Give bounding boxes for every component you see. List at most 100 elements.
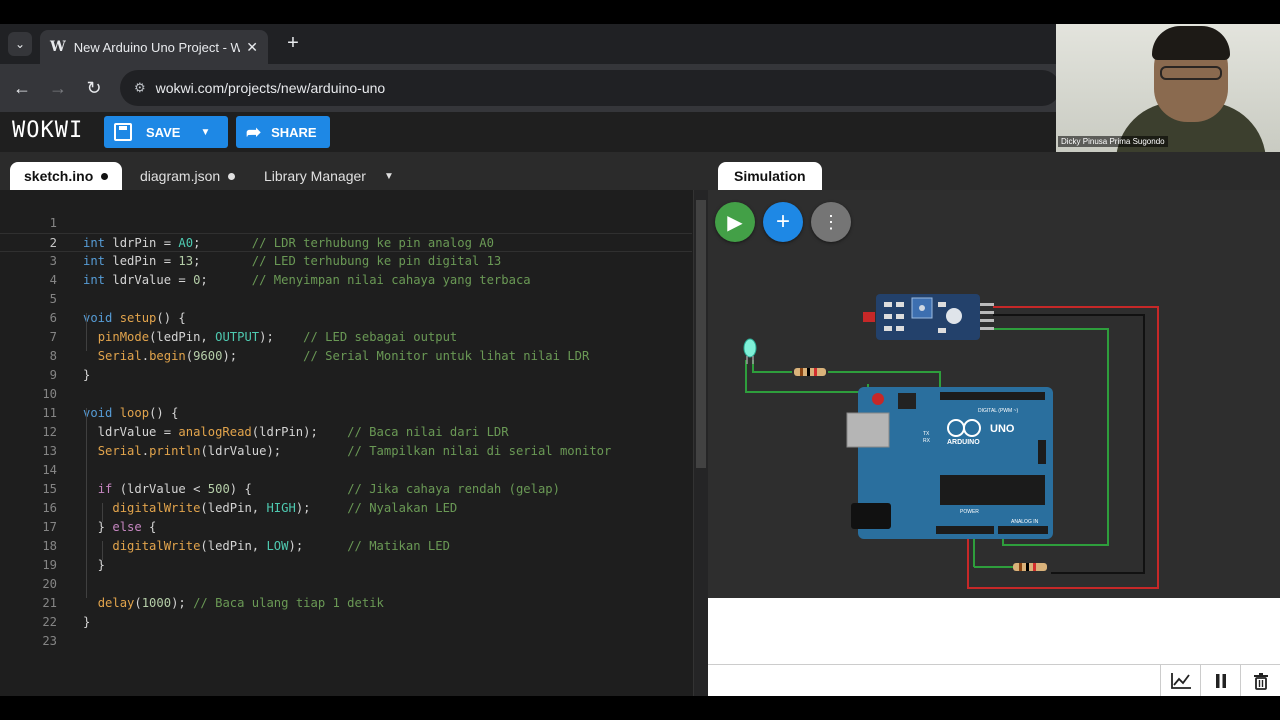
board-brand-text: ARDUINO bbox=[947, 439, 980, 446]
code-text[interactable]: ldrValue = analogRead(ldrPin); // Baca n… bbox=[83, 423, 509, 442]
tab-menu-caret-icon[interactable]: ▼ bbox=[384, 171, 394, 182]
serial-monitor bbox=[708, 598, 1280, 696]
code-text[interactable]: delay(1000); // Baca ulang tiap 1 detik bbox=[83, 594, 384, 613]
close-tab-icon[interactable]: ✕ bbox=[246, 39, 258, 56]
code-line[interactable]: 17 } else { bbox=[0, 518, 692, 537]
editor-scrollbar[interactable] bbox=[693, 190, 708, 696]
code-line[interactable]: 12 ldrValue = analogRead(ldrPin); // Bac… bbox=[0, 423, 692, 442]
code-text[interactable]: } else { bbox=[83, 518, 157, 537]
tab-diagram-json[interactable]: diagram.json bbox=[126, 162, 249, 190]
line-number: 5 bbox=[49, 292, 57, 306]
code-text[interactable]: int ldrPin = A0; // LDR terhubung ke pin… bbox=[83, 234, 494, 253]
code-editor[interactable]: 1 2 int ldrPin = A0; // LDR terhubung ke p… bbox=[0, 190, 708, 696]
code-line[interactable]: 9} bbox=[0, 366, 692, 385]
line-number: 1 bbox=[49, 216, 57, 230]
add-part-button[interactable]: + bbox=[763, 202, 803, 242]
code-text[interactable]: void setup() { bbox=[83, 309, 186, 328]
clear-button[interactable] bbox=[1240, 665, 1280, 696]
code-line[interactable]: 4 int ldrValue = 0; // Menyimpan nilai ca… bbox=[0, 271, 692, 290]
resistor-component[interactable] bbox=[794, 368, 826, 376]
reload-icon[interactable]: ↻ bbox=[82, 76, 106, 100]
back-icon[interactable]: ← bbox=[10, 76, 34, 100]
simulation-canvas[interactable]: ARDUINO UNO DIGITAL (PWM ~) ANALOG IN PO… bbox=[708, 190, 1280, 598]
code-text[interactable]: Serial.begin(9600); // Serial Monitor un… bbox=[83, 347, 590, 366]
code-line[interactable]: 19 } bbox=[0, 556, 692, 575]
save-button[interactable]: SAVE ▼ bbox=[104, 116, 228, 148]
line-number: 10 bbox=[42, 387, 57, 401]
code-line[interactable]: 23 bbox=[0, 632, 692, 651]
code-line[interactable]: 21 delay(1000); // Baca ulang tiap 1 det… bbox=[0, 594, 692, 613]
more-options-button[interactable]: ⋮ bbox=[811, 202, 851, 242]
site-info-icon[interactable]: ⚙ bbox=[134, 80, 146, 96]
code-text[interactable]: int ldrValue = 0; // Menyimpan nilai cah… bbox=[83, 271, 531, 290]
share-button-label: SHARE bbox=[271, 124, 317, 140]
plotter-button[interactable] bbox=[1160, 665, 1200, 696]
new-tab-button[interactable]: + bbox=[282, 32, 304, 54]
tab-simulation[interactable]: Simulation bbox=[718, 162, 822, 190]
code-text[interactable]: } bbox=[83, 366, 90, 385]
code-line[interactable]: 2 int ldrPin = A0; // LDR terhubung ke pi… bbox=[0, 233, 692, 252]
pause-button[interactable] bbox=[1200, 665, 1240, 696]
tab-search-button[interactable]: ⌄ bbox=[8, 32, 32, 56]
start-simulation-button[interactable]: ▶ bbox=[715, 202, 755, 242]
tab-sketch-ino[interactable]: sketch.ino bbox=[10, 162, 123, 190]
share-button[interactable]: ➦ SHARE bbox=[236, 116, 330, 148]
power-label-text: POWER bbox=[960, 509, 979, 515]
rx-label-text: RX bbox=[923, 438, 931, 444]
code-text[interactable]: void loop() { bbox=[83, 404, 178, 423]
url-bar[interactable]: ⚙ wokwi.com/projects/new/arduino-uno bbox=[120, 70, 1060, 106]
code-text[interactable]: int ledPin = 13; // LED terhubung ke pin… bbox=[83, 252, 501, 271]
code-line[interactable]: 15 if (ldrValue < 500) { // Jika cahaya … bbox=[0, 480, 692, 499]
arduino-uno-board[interactable]: ARDUINO UNO DIGITAL (PWM ~) ANALOG IN PO… bbox=[846, 387, 1053, 539]
tab-label: diagram.json bbox=[140, 168, 221, 184]
code-line[interactable]: 16 digitalWrite(ledPin, HIGH); // Nyalak… bbox=[0, 499, 692, 518]
editor-scrollbar-thumb[interactable] bbox=[696, 200, 706, 468]
line-number: 16 bbox=[42, 501, 57, 515]
wokwi-logo[interactable]: WOKWI bbox=[12, 118, 83, 143]
code-line[interactable]: 13 Serial.println(ldrValue); // Tampilka… bbox=[0, 442, 692, 461]
line-number: 18 bbox=[42, 539, 57, 553]
code-line[interactable]: 10 bbox=[0, 385, 692, 404]
floppy-disk-icon bbox=[114, 123, 132, 141]
code-line[interactable]: 22} bbox=[0, 613, 692, 632]
code-text[interactable]: Serial.println(ldrValue); // Tampilkan n… bbox=[83, 442, 612, 461]
code-line[interactable]: 14 bbox=[0, 461, 692, 480]
ldr-sensor-module[interactable] bbox=[863, 294, 994, 340]
tab-library-manager[interactable]: Library Manager ▼ bbox=[250, 162, 408, 190]
code-line[interactable]: 7 pinMode(ledPin, OUTPUT); // LED sebaga… bbox=[0, 328, 692, 347]
code-text[interactable]: } bbox=[83, 613, 90, 632]
url-text: wokwi.com/projects/new/arduino-uno bbox=[155, 80, 386, 96]
unsaved-dot-icon bbox=[101, 172, 109, 180]
code-text[interactable]: digitalWrite(ledPin, HIGH); // Nyalakan … bbox=[83, 499, 457, 518]
chart-line-icon bbox=[1170, 673, 1191, 689]
board-model-text: UNO bbox=[990, 423, 1015, 435]
screen: ⌄ W New Arduino Uno Project - Wokwi ✕ + … bbox=[0, 24, 1280, 696]
code-line[interactable]: 8 Serial.begin(9600); // Serial Monitor … bbox=[0, 347, 692, 366]
save-dropdown-icon[interactable]: ▼ bbox=[200, 127, 210, 138]
resistor-component[interactable] bbox=[1013, 563, 1047, 571]
code-text[interactable]: if (ldrValue < 500) { // Jika cahaya ren… bbox=[83, 480, 560, 499]
code-text[interactable]: digitalWrite(ledPin, LOW); // Matikan LE… bbox=[83, 537, 450, 556]
browser-tab[interactable]: W New Arduino Uno Project - Wokwi ✕ bbox=[40, 30, 268, 64]
line-number: 11 bbox=[42, 406, 57, 420]
wire-green[interactable] bbox=[752, 360, 792, 373]
code-text[interactable]: pinMode(ledPin, OUTPUT); // LED sebagai … bbox=[83, 328, 458, 347]
line-number: 8 bbox=[49, 349, 57, 363]
code-line[interactable]: 6 void setup() { bbox=[0, 309, 692, 328]
tx-label-text: TX bbox=[923, 431, 930, 437]
forward-icon[interactable]: → bbox=[46, 76, 70, 100]
line-number: 23 bbox=[42, 634, 57, 648]
serial-monitor-toolbar bbox=[708, 664, 1280, 696]
code-line[interactable]: 3 int ledPin = 13; // LED terhubung ke pi… bbox=[0, 252, 692, 271]
pause-icon bbox=[1215, 674, 1226, 688]
webcam-overlay: Dicky Pinusa Prima Sugondo bbox=[1056, 24, 1280, 152]
circuit-diagram[interactable]: ARDUINO UNO DIGITAL (PWM ~) ANALOG IN PO… bbox=[708, 190, 1280, 598]
line-number: 20 bbox=[42, 577, 57, 591]
code-line[interactable]: 20 bbox=[0, 575, 692, 594]
code-line[interactable]: 18 digitalWrite(ledPin, LOW); // Matikan… bbox=[0, 537, 692, 556]
tab-label: Library Manager bbox=[264, 168, 366, 184]
code-line[interactable]: 11 void loop() { bbox=[0, 404, 692, 423]
code-line[interactable]: 1 bbox=[0, 214, 692, 233]
code-line[interactable]: 5 bbox=[0, 290, 692, 309]
digital-label-text: DIGITAL (PWM ~) bbox=[978, 408, 1018, 414]
